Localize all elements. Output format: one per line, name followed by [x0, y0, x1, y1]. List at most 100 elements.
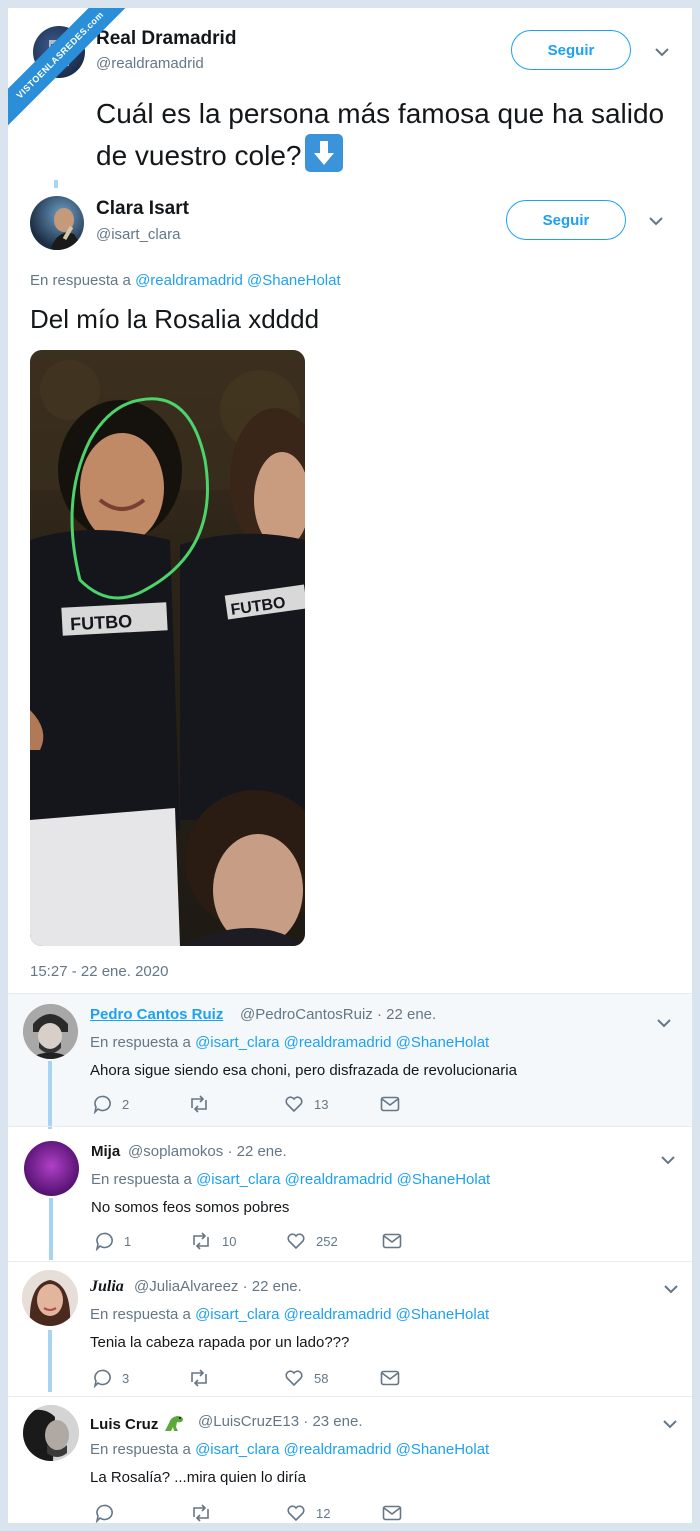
reply-text: No somos feos somos pobres — [91, 1199, 290, 1216]
reply-context: En respuesta a @isart_clara @realdramadr… — [90, 1441, 489, 1458]
reply-meta: @JuliaAlvareez · 22 ene. — [134, 1278, 302, 1295]
avatar[interactable] — [23, 1004, 78, 1059]
chevron-down-icon[interactable] — [661, 1415, 679, 1433]
dm-action[interactable] — [382, 1504, 478, 1522]
like-count: 58 — [314, 1370, 329, 1386]
svg-text:FUTBO: FUTBO — [70, 611, 133, 634]
user-name[interactable]: Clara Isart — [96, 198, 189, 220]
avatar[interactable] — [23, 1405, 79, 1461]
reply-context: En respuesta a @isart_clara @realdramadr… — [90, 1034, 489, 1051]
reply-date[interactable]: · 22 ene. — [227, 1143, 286, 1160]
chevron-down-icon[interactable] — [659, 1151, 677, 1169]
reply-handle[interactable]: @PedroCantosRuiz — [240, 1006, 373, 1023]
reply-prefix: En respuesta a — [30, 272, 131, 289]
tweet-text: Del mío la Rosalia xdddd — [30, 304, 320, 334]
reply-text: Ahora sigue siendo esa choni, pero disfr… — [90, 1062, 517, 1079]
reply-action[interactable]: 2 — [92, 1094, 188, 1114]
down-arrow-emoji — [305, 134, 344, 172]
reply-meta: @soplamokos · 22 ene. — [128, 1143, 287, 1160]
action-bar: 2 13 — [92, 1094, 476, 1114]
list-item[interactable]: Mija @soplamokos · 22 ene. En respuesta … — [8, 1127, 692, 1261]
reply-action[interactable]: 1 — [94, 1231, 190, 1251]
reply-action[interactable] — [94, 1503, 190, 1523]
retweet-action[interactable]: 10 — [190, 1231, 286, 1251]
tweet-timestamp[interactable]: 15:27 - 22 ene. 2020 — [30, 963, 168, 980]
retweet-action[interactable] — [188, 1094, 284, 1114]
reply-handle[interactable]: @JuliaAlvareez — [134, 1278, 238, 1295]
follow-button[interactable]: Seguir — [511, 30, 631, 70]
like-icon — [285, 1096, 303, 1113]
list-item[interactable]: Luis Cruz @LuisCruzE13 · 23 ene. En resp… — [8, 1397, 692, 1523]
like-action[interactable]: 12 — [286, 1503, 382, 1523]
action-bar: 1 10 252 — [94, 1231, 478, 1251]
reply-icon — [95, 1232, 113, 1251]
reply-mentions[interactable]: @isart_clara @realdramadrid @ShaneHolat — [195, 1441, 489, 1458]
tweet-photo[interactable]: FUTBO FUTBO — [30, 350, 305, 946]
retweet-icon — [193, 1232, 209, 1250]
like-icon — [285, 1370, 303, 1387]
thread-connector — [48, 1330, 52, 1392]
tweet-text: Cuál es la persona más famosa que ha sal… — [96, 94, 676, 176]
like-action[interactable]: 58 — [284, 1368, 380, 1388]
reply-mentions[interactable]: @realdramadrid @ShaneHolat — [135, 272, 341, 289]
reply-author-name[interactable]: Pedro Cantos Ruiz — [90, 1006, 223, 1023]
thread-connector — [54, 180, 58, 188]
reply-author-name[interactable]: Luis Cruz — [90, 1413, 185, 1433]
retweet-icon — [193, 1504, 209, 1522]
like-action[interactable]: 252 — [286, 1231, 382, 1251]
retweet-icon — [191, 1369, 207, 1387]
avatar[interactable] — [24, 1141, 79, 1196]
reply-date[interactable]: · 22 ene. — [243, 1278, 302, 1295]
action-bar: 12 — [94, 1503, 478, 1523]
like-action[interactable]: 13 — [284, 1094, 380, 1114]
reply-context: En respuesta a @isart_clara @realdramadr… — [91, 1171, 490, 1188]
reply-mentions[interactable]: @isart_clara @realdramadrid @ShaneHolat — [195, 1034, 489, 1051]
dm-action[interactable] — [382, 1232, 478, 1250]
retweet-count: 10 — [222, 1233, 237, 1249]
retweet-action[interactable] — [188, 1368, 284, 1388]
list-item[interactable]: Julia @JuliaAlvareez · 22 ene. En respue… — [8, 1262, 692, 1396]
dm-icon — [382, 1233, 402, 1249]
avatar[interactable] — [22, 1270, 78, 1326]
user-handle[interactable]: @isart_clara — [96, 226, 180, 243]
reply-author-name[interactable]: Mija — [91, 1143, 120, 1160]
action-bar: 3 58 — [92, 1368, 476, 1388]
dm-icon — [382, 1505, 402, 1521]
list-item[interactable]: Pedro Cantos Ruiz @PedroCantosRuiz · 22 … — [8, 994, 692, 1126]
reply-date[interactable]: · 22 ene. — [377, 1006, 436, 1023]
like-count: 252 — [316, 1233, 338, 1249]
reply-meta: @LuisCruzE13 · 23 ene. — [198, 1413, 363, 1430]
chevron-down-icon[interactable] — [647, 212, 665, 230]
reply-prefix: En respuesta a — [90, 1441, 191, 1458]
thread-connector — [49, 1198, 53, 1260]
retweet-action[interactable] — [190, 1503, 286, 1523]
reply-date[interactable]: · 23 ene. — [303, 1413, 362, 1430]
reply-icon — [93, 1369, 111, 1388]
watermark-ribbon: VISTOENLASREDES.com — [8, 8, 136, 136]
avatar-isart-clara[interactable] — [30, 196, 84, 250]
reply-handle[interactable]: @LuisCruzE13 — [198, 1413, 299, 1430]
chevron-down-icon[interactable] — [655, 1014, 673, 1032]
chevron-down-icon[interactable] — [662, 1280, 680, 1298]
reply-author-name[interactable]: Julia — [90, 1278, 124, 1296]
reply-mentions[interactable]: @isart_clara @realdramadrid @ShaneHolat — [196, 1171, 490, 1188]
like-icon — [287, 1505, 305, 1522]
retweet-icon — [191, 1095, 207, 1113]
dm-action[interactable] — [380, 1095, 476, 1113]
reply-count: 1 — [124, 1233, 132, 1249]
like-icon — [287, 1233, 305, 1250]
dm-action[interactable] — [380, 1369, 476, 1387]
reply-prefix: En respuesta a — [90, 1034, 191, 1051]
reply-action[interactable]: 3 — [92, 1368, 188, 1388]
reply-author-name-text: Luis Cruz — [90, 1416, 159, 1433]
tweet-text-content: Cuál es la persona más famosa que ha sal… — [96, 98, 665, 171]
reply-handle[interactable]: @soplamokos — [128, 1143, 223, 1160]
follow-button[interactable]: Seguir — [506, 200, 626, 240]
reply-mentions[interactable]: @isart_clara @realdramadrid @ShaneHolat — [195, 1306, 489, 1323]
reply-count: 2 — [122, 1096, 130, 1112]
dinosaur-emoji — [164, 1416, 183, 1431]
reply-prefix: En respuesta a — [90, 1306, 191, 1323]
watermark-text: VISTOENLASREDES.com — [8, 8, 136, 135]
reply-meta: @PedroCantosRuiz · 22 ene. — [240, 1006, 436, 1023]
chevron-down-icon[interactable] — [653, 43, 671, 61]
